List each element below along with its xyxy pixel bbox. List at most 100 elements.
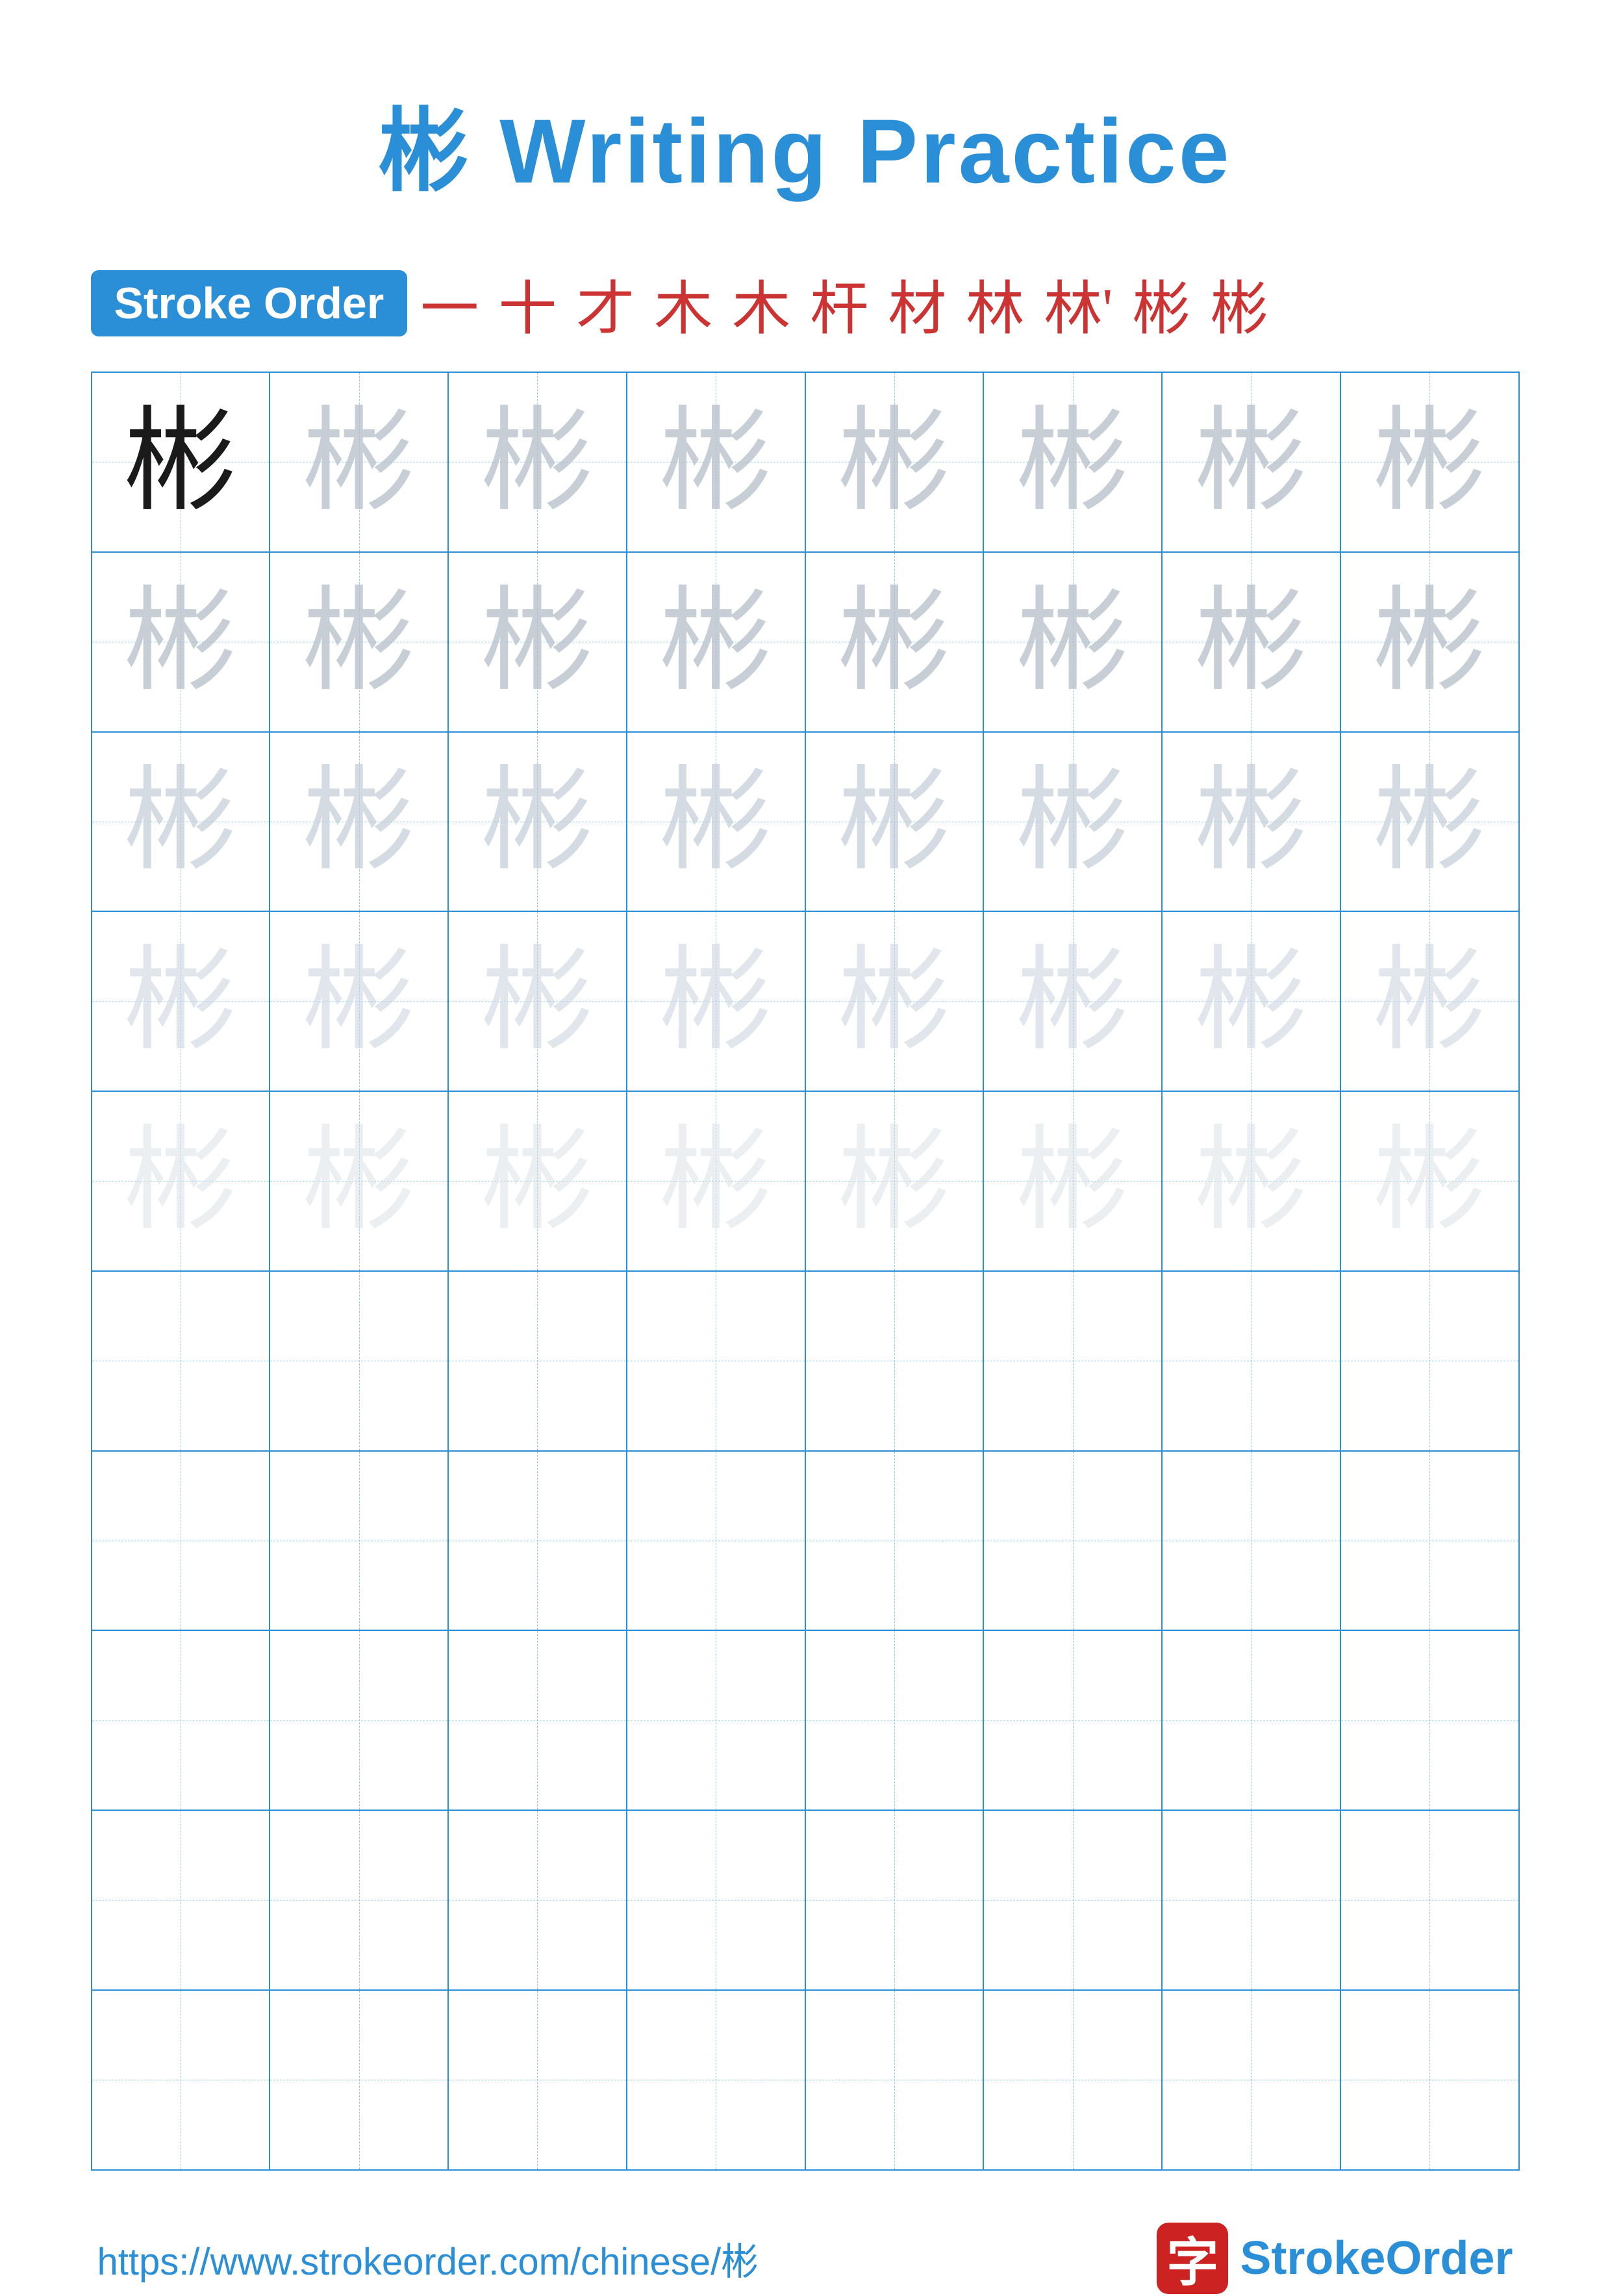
char-ghost: 彬: [1016, 405, 1129, 519]
grid-cell[interactable]: 彬: [92, 553, 271, 731]
grid-cell[interactable]: 彬: [270, 553, 449, 731]
grid-cell[interactable]: 彬: [984, 1092, 1163, 1270]
grid-row-7: [92, 1452, 1518, 1632]
footer-brand-name: StrokeOrder: [1240, 2232, 1513, 2285]
grid-cell[interactable]: 彬: [1163, 733, 1341, 911]
grid-cell[interactable]: [92, 1631, 271, 1810]
grid-cell[interactable]: [270, 1452, 449, 1630]
grid-cell[interactable]: 彬: [806, 1092, 985, 1270]
grid-cell[interactable]: [1163, 1811, 1341, 1989]
grid-cell[interactable]: [92, 1991, 271, 2169]
grid-cell[interactable]: [806, 1991, 985, 2169]
grid-cell[interactable]: 彬: [270, 912, 449, 1091]
grid-cell[interactable]: [1341, 1631, 1518, 1810]
grid-cell[interactable]: 彬: [449, 373, 627, 551]
grid-cell[interactable]: 彬: [1341, 733, 1518, 911]
grid-cell[interactable]: [984, 1811, 1163, 1989]
grid-cell[interactable]: 彬: [806, 733, 985, 911]
grid-cell[interactable]: [627, 1631, 806, 1810]
grid-cell[interactable]: [449, 1452, 627, 1630]
grid-cell[interactable]: 彬: [449, 733, 627, 911]
grid-cell[interactable]: 彬: [270, 373, 449, 551]
grid-cell[interactable]: [806, 1452, 985, 1630]
grid-cell[interactable]: 彬: [270, 733, 449, 911]
grid-cell[interactable]: [1163, 1452, 1341, 1630]
grid-cell[interactable]: [806, 1811, 985, 1989]
char-ghost: 彬: [1194, 585, 1308, 699]
char-ghost: 彬: [1016, 585, 1129, 699]
char-ghost: 彬: [302, 1124, 416, 1238]
grid-cell[interactable]: 彬: [984, 733, 1163, 911]
footer: https://www.strokeorder.com/chinese/彬 字 …: [91, 2223, 1520, 2294]
grid-cell[interactable]: 彬: [627, 553, 806, 731]
grid-cell[interactable]: [92, 1272, 271, 1450]
grid-cell[interactable]: [92, 1452, 271, 1630]
grid-cell[interactable]: 彬: [1341, 373, 1518, 551]
footer-url[interactable]: https://www.strokeorder.com/chinese/彬: [97, 2231, 759, 2286]
grid-cell[interactable]: [984, 1991, 1163, 2169]
grid-row-1: 彬 彬 彬 彬 彬 彬 彬 彬: [92, 373, 1518, 553]
grid-cell[interactable]: 彬: [270, 1092, 449, 1270]
grid-cell[interactable]: 彬: [984, 553, 1163, 731]
grid-cell[interactable]: 彬: [627, 912, 806, 1091]
grid-cell[interactable]: 彬: [1341, 912, 1518, 1091]
grid-cell[interactable]: [1341, 1811, 1518, 1989]
grid-cell[interactable]: 彬: [449, 1092, 627, 1270]
grid-cell[interactable]: 彬: [449, 912, 627, 1091]
grid-row-5: 彬 彬 彬 彬 彬 彬 彬 彬: [92, 1092, 1518, 1272]
grid-cell[interactable]: 彬: [806, 912, 985, 1091]
char-ghost: 彬: [123, 944, 237, 1058]
char-ghost: 彬: [1194, 405, 1308, 519]
grid-cell[interactable]: [984, 1631, 1163, 1810]
grid-cell[interactable]: 彬: [984, 912, 1163, 1091]
grid-cell[interactable]: [1341, 1272, 1518, 1450]
grid-cell[interactable]: [984, 1452, 1163, 1630]
grid-cell[interactable]: 彬: [449, 553, 627, 731]
grid-cell[interactable]: [627, 1811, 806, 1989]
grid-cell[interactable]: [449, 1811, 627, 1989]
grid-cell[interactable]: [270, 1631, 449, 1810]
grid-cell[interactable]: 彬: [984, 373, 1163, 551]
stroke-4: 木: [654, 261, 712, 346]
grid-cell[interactable]: [627, 1272, 806, 1450]
grid-cell[interactable]: 彬: [92, 733, 271, 911]
char-ghost: 彬: [481, 944, 594, 1058]
char-ghost: 彬: [837, 585, 951, 699]
grid-cell[interactable]: [627, 1991, 806, 2169]
grid-cell[interactable]: 彬: [92, 1092, 271, 1270]
grid-cell[interactable]: 彬: [806, 373, 985, 551]
grid-cell[interactable]: 彬: [627, 733, 806, 911]
grid-cell[interactable]: 彬: [806, 553, 985, 731]
grid-cell[interactable]: 彬: [627, 1092, 806, 1270]
grid-cell[interactable]: 彬: [1341, 553, 1518, 731]
grid-cell[interactable]: [270, 1811, 449, 1989]
grid-cell[interactable]: [984, 1272, 1163, 1450]
grid-cell[interactable]: [1341, 1452, 1518, 1630]
grid-cell[interactable]: [92, 1811, 271, 1989]
char-ghost: 彬: [837, 764, 951, 878]
grid-cell[interactable]: [449, 1272, 627, 1450]
grid-cell[interactable]: [627, 1452, 806, 1630]
grid-cell[interactable]: [449, 1631, 627, 1810]
grid-cell[interactable]: [1163, 1991, 1341, 2169]
grid-cell[interactable]: 彬: [1163, 912, 1341, 1091]
grid-cell[interactable]: 彬: [92, 912, 271, 1091]
grid-cell[interactable]: 彬: [92, 373, 271, 551]
stroke-10: 彬: [1132, 261, 1190, 346]
grid-cell[interactable]: [1163, 1272, 1341, 1450]
grid-cell[interactable]: 彬: [627, 373, 806, 551]
footer-brand: 字 StrokeOrder: [1157, 2223, 1513, 2294]
grid-cell[interactable]: [449, 1991, 627, 2169]
grid-cell[interactable]: [1163, 1631, 1341, 1810]
title-text: Writing Practice: [499, 100, 1231, 202]
footer-brand-part2: Order: [1385, 2232, 1513, 2284]
grid-cell[interactable]: 彬: [1163, 1092, 1341, 1270]
grid-cell[interactable]: 彬: [1163, 553, 1341, 731]
grid-cell[interactable]: 彬: [1163, 373, 1341, 551]
grid-cell[interactable]: [806, 1272, 985, 1450]
grid-cell[interactable]: [270, 1991, 449, 2169]
grid-cell[interactable]: [806, 1631, 985, 1810]
grid-cell[interactable]: [1341, 1991, 1518, 2169]
grid-cell[interactable]: [270, 1272, 449, 1450]
grid-cell[interactable]: 彬: [1341, 1092, 1518, 1270]
